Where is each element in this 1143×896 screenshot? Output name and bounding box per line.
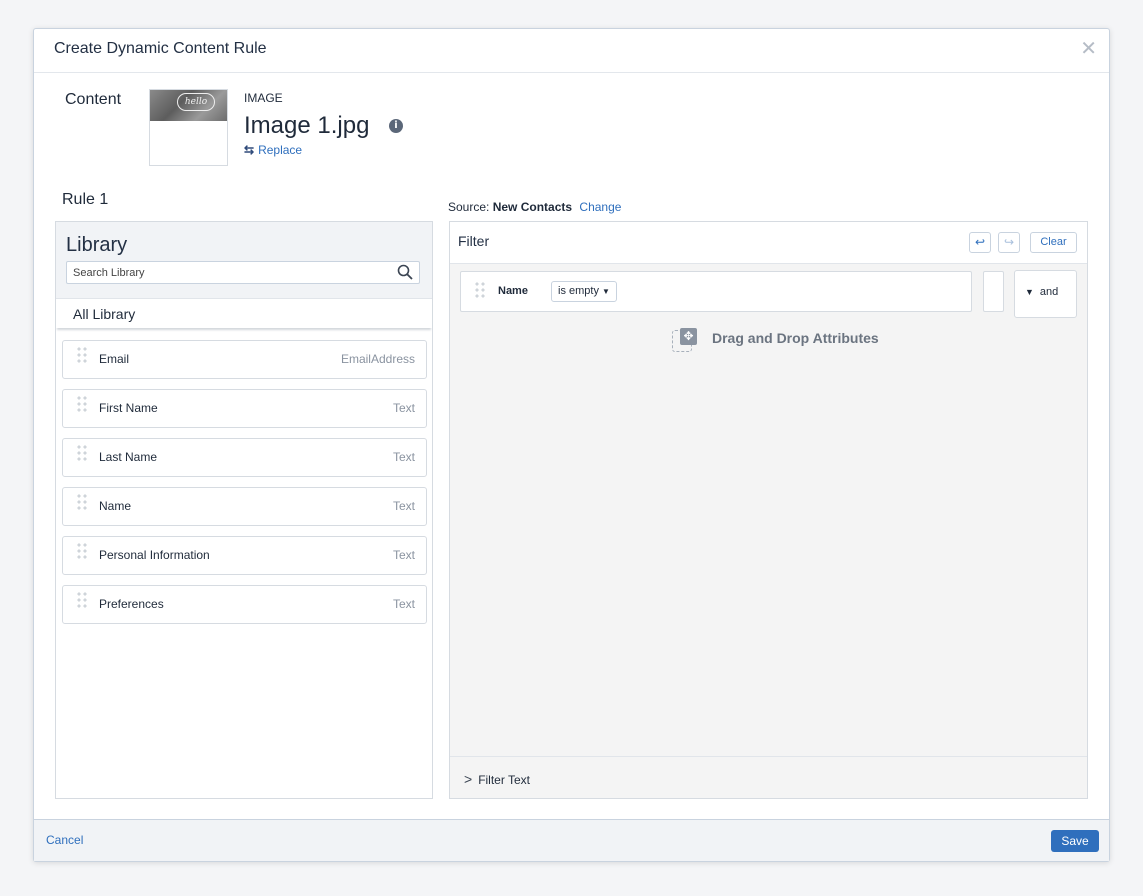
clear-button[interactable]: Clear [1030,232,1077,253]
redo-icon[interactable]: ↪ [998,232,1020,253]
condition-operator-label: is empty [558,285,599,297]
dialog-footer: Cancel Save [34,819,1109,861]
library-item-type: Text [392,499,415,513]
library-panel: Library All Library Email EmailAddress F… [55,221,433,799]
library-item-name[interactable]: Name Text [62,487,427,526]
library-title: Library [66,234,128,256]
rule-label: Rule 1 [62,191,109,208]
library-item-type: Text [392,548,415,562]
save-button[interactable]: Save [1051,830,1099,852]
filter-text-toggle[interactable]: > Filter Text [450,756,1087,798]
source-name: New Contacts [492,200,573,214]
dialog-title: Create Dynamic Content Rule [54,40,267,57]
condition-operator-select[interactable]: is empty ▼ [551,281,617,302]
close-icon[interactable]: ✕ [1080,39,1097,59]
library-item-name: Email [99,352,130,366]
library-item-name: First Name [99,401,158,415]
move-icon: ✥ [672,328,697,352]
library-item-type: Text [392,401,415,415]
library-item-name: Preferences [99,597,164,611]
undo-icon[interactable]: ↩ [969,232,991,253]
dialog-header: Create Dynamic Content Rule ✕ [34,29,1109,73]
condition-attribute: Name [498,285,528,297]
drag-handle-icon[interactable] [474,281,486,299]
library-item-last-name[interactable]: Last Name Text [62,438,427,477]
library-header: Library All Library [56,222,432,328]
conjunction-label: and [1039,286,1059,298]
library-item-name: Name [99,499,132,513]
info-icon[interactable]: i [389,119,403,133]
drag-handle-icon[interactable] [76,395,88,413]
drop-hint-text: Drag and Drop Attributes [712,330,879,346]
library-item-type: Text [392,597,415,611]
library-item-name: Last Name [99,450,158,464]
drag-handle-icon[interactable] [76,346,88,364]
drag-handle-icon[interactable] [76,444,88,462]
library-item-name: Personal Information [99,548,210,562]
change-source-link[interactable]: Change [579,200,621,214]
create-rule-dialog: Create Dynamic Content Rule ✕ Content he… [33,28,1110,862]
asset-name: Image 1.jpg [244,112,370,139]
asset-type: IMAGE [244,91,283,105]
filter-condition-row[interactable]: Name is empty ▼ [460,271,972,312]
library-item-personal-information[interactable]: Personal Information Text [62,536,427,575]
replace-link[interactable]: ⇆ Replace [244,143,302,157]
caret-down-icon: ▼ [1025,287,1034,297]
filter-text-label: Filter Text [478,773,530,787]
replace-label: Replace [258,143,303,157]
library-item-preferences[interactable]: Preferences Text [62,585,427,624]
filter-header: Filter ↩ ↪ Clear [450,222,1087,264]
drag-handle-icon[interactable] [76,591,88,609]
drag-handle-icon[interactable] [76,542,88,560]
thumbnail-text: hello [177,93,215,111]
cancel-button[interactable]: Cancel [46,833,83,847]
filter-title: Filter [458,233,490,249]
library-search-input[interactable] [67,262,387,283]
image-thumbnail: hello [149,89,228,166]
library-item-type: Text [392,450,415,464]
conjunction-dropdown[interactable]: ▼ and [1014,270,1077,318]
chevron-right-icon: > [464,771,473,787]
content-label: Content [65,91,122,108]
library-item-email[interactable]: Email EmailAddress [62,340,427,379]
replace-icon: ⇆ [244,143,255,157]
library-item-type: EmailAddress [340,352,415,366]
source-prefix: Source: [448,200,490,214]
library-search [66,261,420,284]
condition-side-handle[interactable] [983,271,1004,312]
search-icon[interactable] [397,264,413,280]
caret-down-icon: ▼ [601,287,610,296]
filter-panel: Filter ↩ ↪ Clear Name is empty ▼ ▼ and ✥ D… [449,221,1088,799]
library-list: Email EmailAddress First Name Text Last … [56,327,432,624]
source-line: Source: New Contacts Change [448,200,621,214]
thumbnail-image: hello [150,90,227,121]
library-item-first-name[interactable]: First Name Text [62,389,427,428]
drag-handle-icon[interactable] [76,493,88,511]
all-library-tab[interactable]: All Library [56,298,432,328]
